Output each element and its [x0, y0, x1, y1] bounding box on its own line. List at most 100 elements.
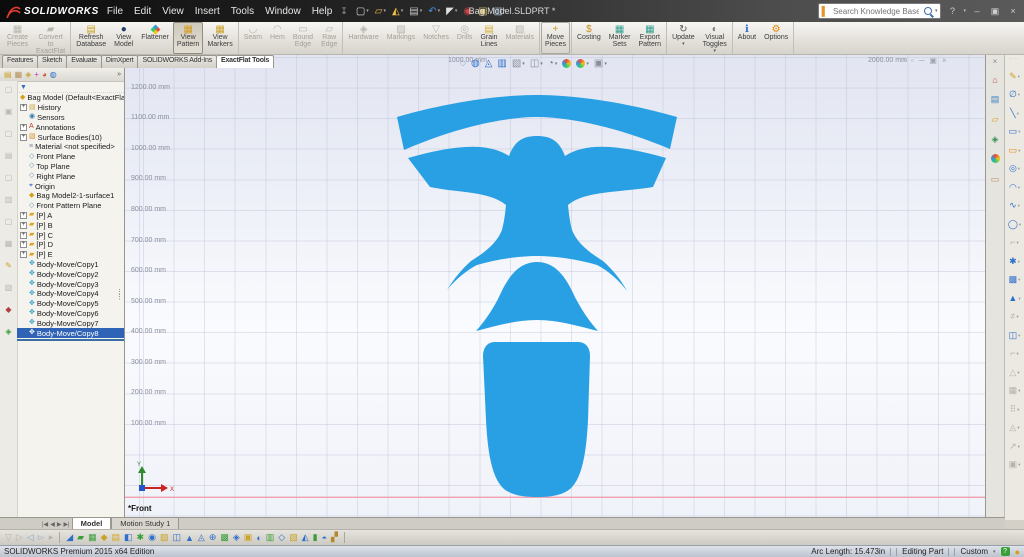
costing-button[interactable]: $ Costing [573, 22, 605, 54]
tree-item-p-c[interactable]: + ▰ [P] C [17, 230, 124, 240]
tree-item-body-move-copy7[interactable]: ✥ Body-Move/Copy7 [17, 318, 124, 328]
zoom-area-button[interactable]: ◍ [471, 58, 480, 69]
print-button[interactable]: ▤ ▾ [409, 6, 422, 17]
expand-icon[interactable]: + [20, 133, 27, 141]
linear-pattern-button[interactable]: ▦ ▾ [1009, 386, 1021, 395]
tab-nav-1[interactable]: ◀ [50, 521, 55, 528]
tree-item-bag-model2-1-surface1[interactable]: ◆ Bag Model2-1-surface1 [17, 191, 124, 201]
bottom-tool-7[interactable]: ✱ [137, 532, 145, 543]
view-pattern-button[interactable]: ▦ View Pattern [172, 22, 204, 54]
convert-entities-dropdown-icon[interactable]: ▾ [1018, 275, 1020, 284]
fillet-button[interactable]: ⌐ ▾ [1010, 238, 1019, 247]
design-library-tab[interactable]: ▤ [991, 94, 1000, 105]
save-button[interactable]: ◭ ▾ [392, 6, 403, 17]
bottom-tool-2[interactable]: ▰ [77, 532, 84, 543]
new-file-button[interactable]: ▢ ▾ [356, 6, 369, 17]
tree-item-body-move-copy1[interactable]: ✥ Body-Move/Copy1 [17, 260, 124, 270]
tab-solidworks-add-ins[interactable]: SOLIDWORKS Add-Ins [137, 55, 218, 68]
repair-sketch-dropdown-icon[interactable]: ▾ [1017, 423, 1019, 432]
menu-file[interactable]: File [107, 6, 123, 17]
bottom-tool-17[interactable]: ◐ [256, 533, 261, 543]
slot-button[interactable]: ▭ ▾ [1009, 145, 1021, 155]
close-button[interactable]: × [1006, 6, 1020, 16]
ellipse-button[interactable]: ◯ ▾ [1008, 219, 1021, 229]
sketch-button[interactable]: ✎ ▾ [1009, 71, 1020, 81]
search-dropdown-icon[interactable]: ▾ [935, 8, 938, 14]
sketch-tool-icon[interactable]: ✎ [5, 261, 12, 270]
tree-item-body-move-copy6[interactable]: ✥ Body-Move/Copy6 [17, 309, 124, 319]
file-explorer-tab[interactable]: ▱ [992, 114, 999, 125]
restore-button[interactable]: ▣ [988, 6, 1002, 17]
menu-window[interactable]: Window [265, 6, 301, 17]
tab-motion-study-1[interactable]: Motion Study 1 [111, 517, 180, 529]
tree-item-surface-bodies-10[interactable]: + ▧ Surface Bodies(10) [17, 132, 124, 142]
convert-entities-button[interactable]: ▩ ▾ [1009, 275, 1021, 284]
tree-item-right-plane[interactable]: ◇ Right Plane [17, 171, 124, 181]
panel-overflow-chevron[interactable]: » [117, 71, 124, 78]
visual-toggles-button-dropdown-icon[interactable]: ▾ [713, 48, 716, 54]
help-dropdown-icon[interactable]: ▾ [963, 8, 966, 14]
fillet-dropdown-icon[interactable]: ▾ [1017, 238, 1019, 247]
bottom-tool-19[interactable]: ◇ [278, 532, 285, 543]
visual-toggles-button[interactable]: ◐ Visual Toggles ▾ [699, 22, 731, 54]
previous-view-button[interactable]: ◬ [485, 58, 493, 69]
arc-button[interactable]: ◠ ▾ [1009, 182, 1020, 192]
select-button[interactable]: ◤ ▾ [446, 6, 457, 17]
tree-item-body-move-copy8[interactable]: ✥ Body-Move/Copy8 [17, 328, 124, 338]
tree-item-body-move-copy4[interactable]: ✥ Body-Move/Copy4 [17, 289, 124, 299]
select-dropdown-icon[interactable]: ▾ [455, 8, 458, 14]
expand-icon[interactable]: + [20, 211, 27, 219]
about-button[interactable]: ℹ About [734, 22, 760, 54]
smart-dimension-dropdown-icon[interactable]: ▾ [1018, 90, 1020, 99]
bottom-tool-4[interactable]: ◆ [101, 532, 108, 543]
tree-item-body-move-copy3[interactable]: ✥ Body-Move/Copy3 [17, 279, 124, 289]
refresh-database-button[interactable]: ▤ Refresh Database [72, 22, 110, 54]
new-file-dropdown-icon[interactable]: ▾ [366, 8, 369, 14]
tree-item-material-not-specified[interactable]: ≡ Material <not specified> [17, 142, 124, 152]
save-dropdown-icon[interactable]: ▾ [401, 8, 404, 14]
bottom-tool-6[interactable]: ◧ [124, 532, 133, 543]
filter-icon[interactable]: ▼ [20, 84, 27, 91]
sketch-fillet-button[interactable]: ⌐ ▾ [1010, 349, 1019, 358]
tab-features[interactable]: Features [2, 55, 39, 68]
tab-evaluate[interactable]: Evaluate [66, 55, 102, 68]
side-tool-11[interactable]: ◆ [5, 305, 11, 314]
bottom-tool-12[interactable]: ◬ [198, 532, 205, 543]
side-tool-12[interactable]: ◈ [5, 327, 11, 336]
quick-tips-icon[interactable]: ? [1000, 547, 1010, 556]
tab-dimxpert[interactable]: DimXpert [100, 55, 139, 68]
rectangle-button[interactable]: ▭ ▾ [1009, 127, 1021, 136]
tree-item-origin[interactable]: ⌖ Origin [17, 181, 124, 191]
bottom-tool-15[interactable]: ◈ [233, 532, 240, 543]
flattener-button[interactable]: Flattener [137, 22, 173, 54]
side-tool-6[interactable]: ▥ [5, 195, 13, 204]
open-dropdown-icon[interactable]: ▾ [384, 8, 387, 14]
offset-entities-dropdown-icon[interactable]: ▾ [1018, 294, 1020, 303]
mirror-entities-button[interactable]: ◫ ▾ [1009, 330, 1021, 340]
bottom-tool-5[interactable]: ▤ [112, 532, 121, 543]
pattern-piece-bell[interactable] [476, 262, 598, 331]
menu-insert[interactable]: Insert [195, 6, 220, 17]
point-dropdown-icon[interactable]: ▾ [1018, 257, 1020, 266]
tab-nav-3[interactable]: ▶| [63, 521, 69, 528]
configurationmanager-tab[interactable]: ◈ [25, 70, 31, 79]
sketch-chamfer-button[interactable]: △ ▾ [1009, 367, 1019, 377]
quick-snaps-button[interactable]: ↗ ▾ [1009, 441, 1020, 451]
graphics-viewport[interactable]: ◌ ◍ ◬ ▥ ▧ ▾ ◫ ▾ ◔ ▾ ▾ ▣ ▾ ▫ ▫ ─ ▣ × 1200.00 mm 1100.00 mm… [125, 55, 985, 520]
tree-item-annotations[interactable]: + A Annotations [17, 122, 124, 132]
panel-split-bar[interactable] [17, 338, 124, 341]
expand-icon[interactable]: + [20, 251, 27, 259]
quick-snaps-dropdown-icon[interactable]: ▾ [1018, 442, 1020, 451]
bottom-tool-9[interactable]: ▧ [160, 532, 169, 543]
spline-button[interactable]: ∿ ▾ [1009, 201, 1020, 210]
point-button[interactable]: ✱ ▾ [1009, 256, 1020, 266]
update-button[interactable]: ↻ Update ▾ [668, 22, 699, 54]
view-settings-dropdown-icon[interactable]: ▾ [604, 61, 607, 67]
exactflat-manager-tab[interactable]: ◍ [50, 70, 57, 79]
hide-show-items-dropdown-icon[interactable]: ▾ [555, 61, 558, 67]
mirror-entities-dropdown-icon[interactable]: ▾ [1018, 331, 1020, 340]
tree-item-front-plane[interactable]: ◇ Front Plane [17, 152, 124, 162]
bottom-tool-3[interactable]: ▦ [88, 532, 97, 543]
expand-icon[interactable]: + [20, 241, 27, 249]
sketch-fillet-dropdown-icon[interactable]: ▾ [1017, 349, 1019, 358]
